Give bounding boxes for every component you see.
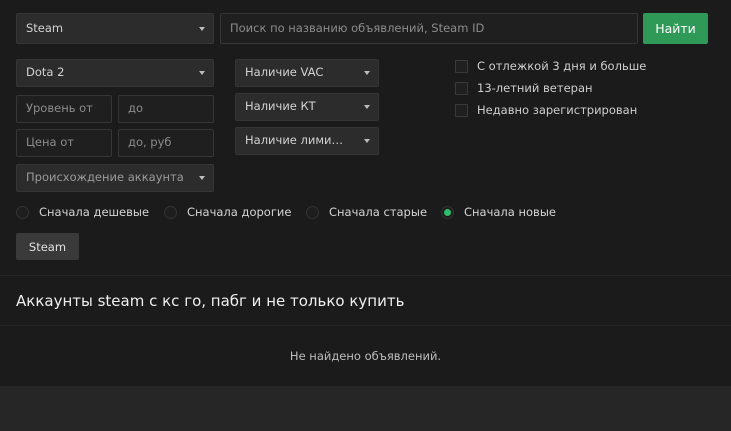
chevron-down-icon	[364, 139, 370, 143]
origin-select-value: Происхождение аккаунта	[26, 172, 184, 184]
checkbox-box[interactable]	[455, 81, 468, 95]
checkbox-box[interactable]	[455, 103, 468, 117]
search-input[interactable]: Поиск по названию объявлений, Steam ID	[220, 13, 638, 44]
origin-select[interactable]: Происхождение аккаунта	[16, 164, 214, 192]
steam-tag-button[interactable]: Steam	[16, 233, 79, 260]
level-to-placeholder: до	[128, 103, 143, 115]
price-from-input[interactable]: Цена от	[16, 129, 112, 157]
chevron-down-icon	[199, 26, 205, 31]
chevron-down-icon	[199, 176, 205, 180]
price-to-input[interactable]: до, руб	[118, 129, 214, 157]
chevron-down-icon	[364, 71, 370, 75]
radio-dot[interactable]	[306, 205, 319, 219]
radio-label: Сначала старые	[329, 205, 428, 219]
sort-old-first[interactable]: Сначала старые	[306, 205, 427, 219]
vac-select[interactable]: Наличие VAC	[235, 59, 379, 87]
game-select[interactable]: Dota 2	[16, 59, 214, 87]
search-input-placeholder: Поиск по названию объявлений, Steam ID	[230, 22, 485, 35]
sort-cheap-first[interactable]: Сначала дешевые	[16, 205, 149, 219]
sort-new-first[interactable]: Сначала новые	[441, 205, 556, 219]
checkbox-13-year-veteran[interactable]: 13-летний ветеран	[455, 81, 593, 95]
checkbox-label: Недавно зарегистрирован	[477, 103, 638, 117]
price-from-placeholder: Цена от	[26, 137, 74, 149]
limit-select[interactable]: Наличие лими…	[235, 127, 379, 155]
checkbox-box[interactable]	[455, 59, 468, 73]
platform-select[interactable]: Steam	[16, 13, 214, 44]
limit-select-value: Наличие лими…	[245, 135, 343, 147]
kt-select[interactable]: Наличие КТ	[235, 93, 379, 121]
divider	[0, 275, 731, 276]
chevron-down-icon	[199, 71, 205, 75]
price-to-placeholder: до, руб	[128, 137, 172, 149]
checkbox-label: 13-летний ветеран	[477, 81, 593, 95]
level-from-input[interactable]: Уровень от	[16, 95, 112, 123]
radio-label: Сначала новые	[464, 205, 556, 219]
empty-state-message: Не найдено объявлений.	[289, 349, 442, 363]
vac-select-value: Наличие VAC	[245, 67, 324, 79]
checkbox-label: С отлежкой 3 дня и больше	[477, 59, 647, 73]
checkbox-aged-3-days[interactable]: С отлежкой 3 дня и больше	[455, 59, 646, 73]
radio-dot[interactable]	[16, 205, 29, 219]
platform-select-value: Steam	[26, 22, 64, 35]
radio-label: Сначала дорогие	[187, 205, 292, 219]
radio-dot[interactable]	[164, 205, 177, 219]
sort-expensive-first[interactable]: Сначала дорогие	[164, 205, 291, 219]
level-from-placeholder: Уровень от	[26, 103, 93, 115]
game-select-value: Dota 2	[26, 67, 65, 79]
page-title: Аккаунты steam с кс го, пабг и не только…	[16, 292, 405, 310]
checkbox-recently-registered[interactable]: Недавно зарегистрирован	[455, 103, 637, 117]
level-to-input[interactable]: до	[118, 95, 214, 123]
search-button[interactable]: Найти	[643, 13, 708, 44]
chevron-down-icon	[364, 105, 370, 109]
divider	[0, 325, 731, 326]
radio-label: Сначала дешевые	[39, 205, 150, 219]
radio-dot-selected[interactable]	[441, 205, 454, 219]
kt-select-value: Наличие КТ	[245, 101, 316, 113]
filter-panel: Steam Поиск по названию объявлений, Stea…	[0, 0, 731, 386]
